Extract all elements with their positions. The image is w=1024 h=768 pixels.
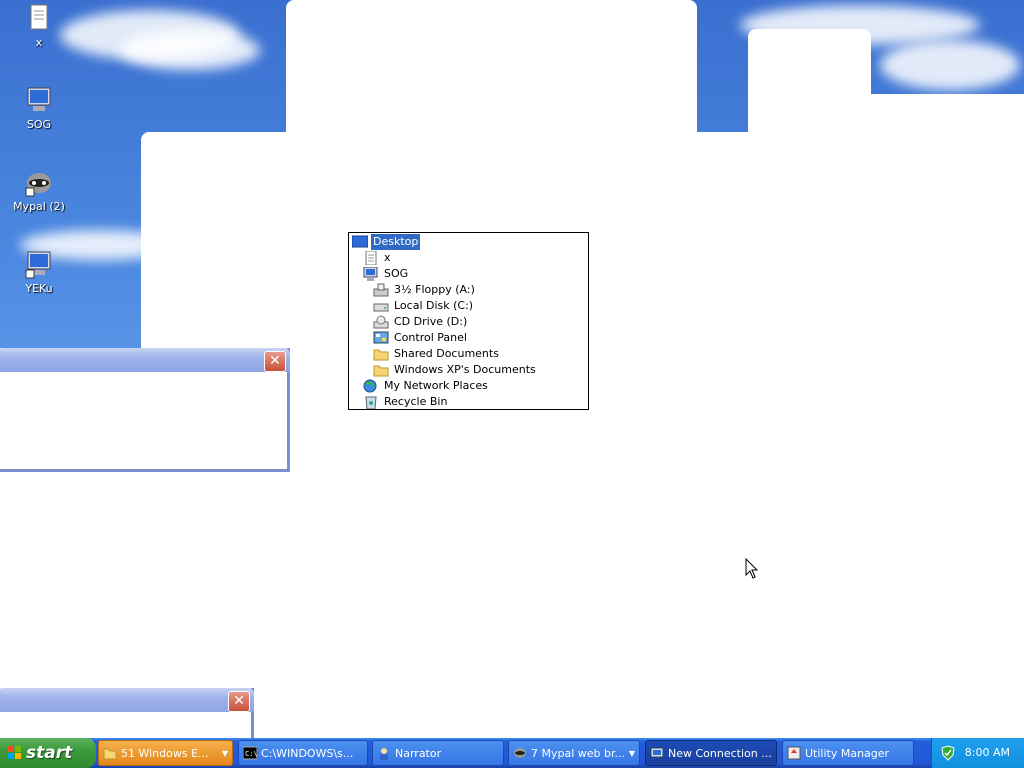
tree-item-recycle-bin[interactable]: Recycle Bin xyxy=(363,394,449,410)
control-panel-icon xyxy=(373,331,389,345)
connection-icon xyxy=(650,747,664,758)
start-button[interactable]: start xyxy=(0,738,96,768)
svg-text:C:\: C:\ xyxy=(245,750,257,758)
task-label: C:\WINDOWS\s... xyxy=(261,747,354,760)
computer-shortcut-icon xyxy=(23,248,55,280)
tree-item-sog[interactable]: SOG xyxy=(363,266,410,282)
tree-item-shared-documents[interactable]: Shared Documents xyxy=(373,346,501,362)
security-shield-icon[interactable] xyxy=(941,745,955,761)
taskbar-button-console[interactable]: C:\ C:\WINDOWS\s... xyxy=(238,740,368,766)
folder-icon xyxy=(373,363,389,377)
task-label: Narrator xyxy=(395,747,442,760)
tree-item-control-panel[interactable]: Control Panel xyxy=(373,330,469,346)
desktop-icon-label: SOG xyxy=(26,118,52,131)
task-label: 51 Windows E... xyxy=(121,747,209,760)
blank-window-area xyxy=(286,0,697,140)
tree-item-desktop[interactable]: Desktop xyxy=(351,233,422,251)
dialog-titlebar[interactable]: ✕ xyxy=(0,688,254,712)
tree-item-label: Shared Documents xyxy=(394,347,499,360)
raccoon-shortcut-icon xyxy=(23,166,55,198)
utility-manager-icon xyxy=(787,746,801,760)
dialog-window: ✕ xyxy=(0,348,290,472)
folder-icon xyxy=(103,748,117,760)
mouse-pointer-icon xyxy=(745,558,759,579)
document-icon xyxy=(363,250,379,266)
taskbar-button-narrator[interactable]: Narrator xyxy=(372,740,504,766)
group-arrow-icon: ▼ xyxy=(221,749,228,758)
network-icon xyxy=(363,379,379,393)
tree-item-network-places[interactable]: My Network Places xyxy=(363,378,490,394)
tree-item-label: Local Disk (C:) xyxy=(394,299,474,312)
floppy-icon xyxy=(373,283,389,297)
tree-item-label: x xyxy=(384,251,391,264)
tree-item-label: My Network Places xyxy=(384,379,488,392)
tree-item-label: Windows XP's Documents xyxy=(394,363,536,376)
blank-window-area xyxy=(0,470,141,690)
group-arrow-icon: ▼ xyxy=(628,749,635,758)
desktop-icon-label: Mypal (2) xyxy=(13,200,65,213)
task-label: Utility Manager xyxy=(805,747,890,760)
windows-flag-icon xyxy=(8,746,21,759)
tree-item-xp-documents[interactable]: Windows XP's Documents xyxy=(373,362,538,378)
tree-item-label: CD Drive (D:) xyxy=(394,315,468,328)
desktop-icon-yeku[interactable]: YEKu xyxy=(1,248,77,295)
taskbar-button-mypal[interactable]: 7 Mypal web br... ▼ xyxy=(508,740,640,766)
clock[interactable]: 8:00 AM xyxy=(965,738,1010,768)
cd-drive-icon xyxy=(373,315,389,329)
taskbar-button-windows-explorer[interactable]: 51 Windows E... ▼ xyxy=(98,740,233,766)
tree-item-x[interactable]: x xyxy=(363,250,393,266)
close-button[interactable]: ✕ xyxy=(264,351,286,372)
dialog-titlebar[interactable]: ✕ xyxy=(0,348,290,372)
folder-icon xyxy=(373,347,389,361)
computer-icon xyxy=(363,266,379,281)
document-icon xyxy=(23,2,55,34)
desktop-icon xyxy=(351,235,369,249)
taskbar-button-utility-manager[interactable]: Utility Manager xyxy=(782,740,914,766)
recycle-bin-icon xyxy=(363,395,379,410)
desktop-icon-mypal[interactable]: Mypal (2) xyxy=(1,166,77,213)
desktop-icon-label: x xyxy=(35,36,43,49)
desktop-icon-label: YEKu xyxy=(25,282,53,295)
console-icon: C:\ xyxy=(243,746,257,760)
taskbar-button-new-connection[interactable]: New Connection ... xyxy=(645,740,777,766)
tree-item-label: 3½ Floppy (A:) xyxy=(394,283,475,296)
desktop-icon-x[interactable]: x xyxy=(1,2,77,49)
desktop-icon-sog[interactable]: SOG xyxy=(1,84,77,131)
tree-item-label: Recycle Bin xyxy=(384,395,448,408)
hard-disk-icon xyxy=(373,299,389,313)
tree-item-label: SOG xyxy=(384,267,409,280)
system-tray: 8:00 AM xyxy=(931,738,1024,768)
narrator-icon xyxy=(380,748,388,760)
computer-icon xyxy=(23,84,55,116)
tree-item-local-disk[interactable]: Local Disk (C:) xyxy=(373,298,475,314)
task-label: 7 Mypal web br... xyxy=(531,747,625,760)
blank-window-area xyxy=(748,29,871,139)
tree-item-label: Control Panel xyxy=(394,331,467,344)
raccoon-icon xyxy=(514,748,526,758)
tree-item-cd-drive[interactable]: CD Drive (D:) xyxy=(373,314,469,330)
tree-item-floppy[interactable]: 3½ Floppy (A:) xyxy=(373,282,477,298)
tree-item-label: Desktop xyxy=(369,233,422,251)
start-label: start xyxy=(26,743,73,763)
taskbar: start 51 Windows E... ▼ C:\ C:\WINDOWS\s… xyxy=(0,738,1024,768)
task-label: New Connection ... xyxy=(668,747,772,760)
folder-tree-dropdown[interactable]: Desktop x SOG 3½ Floppy (A:) Local Disk … xyxy=(348,232,589,410)
close-button[interactable]: ✕ xyxy=(228,691,250,712)
